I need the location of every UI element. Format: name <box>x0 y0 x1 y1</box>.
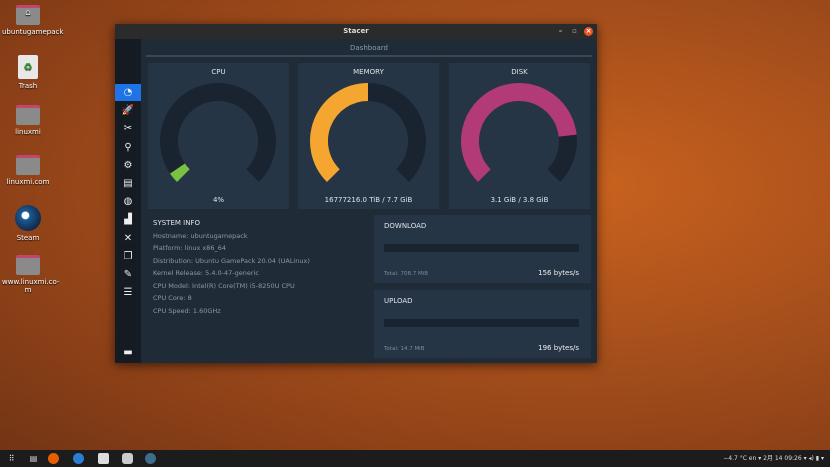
gauge-value: 4% <box>148 196 289 204</box>
system-tray[interactable]: −4.7 °C en ▾ 2月 14 09:26 ▾ ◂) ▮ ▾ <box>723 450 824 467</box>
info-line: CPU Core: 8 <box>153 292 310 305</box>
gauge-title: MEMORY <box>298 68 439 76</box>
apt-repository-icon[interactable]: ❐ <box>115 248 141 265</box>
stacer-taskbar-icon[interactable] <box>145 453 156 464</box>
folder-icon <box>16 155 40 175</box>
info-line: CPU Speed: 1.60GHz <box>153 305 310 318</box>
system-cleaner-icon[interactable]: ✂ <box>115 120 141 137</box>
sidebar: ◔🚀✂ ⚲⚙▤◍▟ ✕❐✎☰ ▬ <box>115 39 141 363</box>
trash-icon: ♻ <box>18 55 38 79</box>
steam-icon <box>15 205 41 231</box>
upload-speed: 196 bytes/s <box>538 344 579 352</box>
download-card: DOWNLOAD Total: 708.7 MiB 156 bytes/s <box>374 215 591 283</box>
processes-icon[interactable]: ▤ <box>115 175 141 192</box>
gauge-fill <box>177 169 183 176</box>
show-desktop-icon[interactable]: ▤ <box>28 453 39 464</box>
desktop-icon-trash[interactable]: ♻ Trash <box>2 55 54 90</box>
resources-icon[interactable]: ▟ <box>115 211 141 228</box>
gnome-settings-icon[interactable]: ✎ <box>115 266 141 283</box>
gauge-value: 16777216.0 TiB / 7.7 GiB <box>298 196 439 204</box>
desktop-icon-folder[interactable]: linuxmi.com <box>2 155 54 186</box>
upload-card: UPLOAD Total: 14.7 MiB 196 bytes/s <box>374 290 591 358</box>
disk-app-icon[interactable] <box>122 453 133 464</box>
gauge-track <box>169 92 267 176</box>
home-icon: ⌂ <box>16 5 40 25</box>
desktop-icon-folder[interactable]: www.linuxmi.co-m <box>2 255 54 294</box>
desktop-icon-label: linuxmi.com <box>2 178 54 186</box>
info-line: Hostname: ubuntugamepack <box>153 230 310 243</box>
gauge <box>298 81 439 191</box>
upload-graph <box>384 319 579 327</box>
download-graph <box>384 244 579 252</box>
gauge-value: 3.1 GiB / 3.8 GiB <box>449 196 590 204</box>
gauge <box>449 81 590 191</box>
taskbar: ⠿ ▤ −4.7 °C en ▾ 2月 14 09:26 ▾ ◂) ▮ ▾ <box>0 450 830 467</box>
gauge-card-memory: MEMORY 16777216.0 TiB / 7.7 GiB <box>298 63 439 209</box>
desktop-icon-label: linuxmi <box>2 128 54 136</box>
info-line: Platform: linux x86_64 <box>153 242 310 255</box>
window-title: Stacer <box>343 27 368 35</box>
info-line: Distribution: Ubuntu GamePack 20.04 (UAL… <box>153 255 310 268</box>
desktop-icon-label: ubuntugamepack <box>2 28 54 36</box>
maximize-button[interactable]: ▫ <box>570 27 579 36</box>
desktop-icon-label: Steam <box>2 234 54 242</box>
desktop-icon-steam[interactable]: Steam <box>2 205 54 242</box>
uninstaller-icon[interactable]: ◍ <box>115 193 141 210</box>
gauge-fill <box>319 92 368 176</box>
settings-icon[interactable]: ☰ <box>115 284 141 301</box>
desktop-icon-home[interactable]: ⌂ ubuntugamepack <box>2 5 54 36</box>
desktop-icon-label: Trash <box>2 82 54 90</box>
system-info: SYSTEM INFO Hostname: ubuntugamepack Pla… <box>153 217 310 317</box>
gauge-card-disk: DISK 3.1 GiB / 3.8 GiB <box>449 63 590 209</box>
search-icon[interactable]: ⚲ <box>115 139 141 156</box>
dashboard-icon[interactable]: ◔ <box>115 84 141 101</box>
page-title: Dashboard <box>146 39 592 57</box>
download-total: Total: 708.7 MiB <box>384 271 428 277</box>
app-grid-icon[interactable]: ⠿ <box>6 453 17 464</box>
upload-total: Total: 14.7 MiB <box>384 346 425 352</box>
files-icon[interactable] <box>98 453 109 464</box>
upload-title: UPLOAD <box>384 297 413 305</box>
info-line: CPU Model: Intel(R) Core(TM) i5-8250U CP… <box>153 280 310 293</box>
gauge-title: CPU <box>148 68 289 76</box>
close-button[interactable]: × <box>584 27 593 36</box>
info-line: Kernel Release: 5.4.0-47-generic <box>153 267 310 280</box>
helpers-icon[interactable]: ✕ <box>115 230 141 247</box>
desktop-icon-label: www.linuxmi.co-m <box>2 278 54 294</box>
gauge <box>148 81 289 191</box>
thunderbird-icon[interactable] <box>73 453 84 464</box>
folder-icon <box>16 255 40 275</box>
firefox-icon[interactable] <box>48 453 59 464</box>
startup-apps-icon[interactable]: 🚀 <box>115 102 141 119</box>
minimize-button[interactable]: – <box>556 27 565 36</box>
feedback-icon[interactable]: ▬ <box>115 344 141 361</box>
desktop-icon-folder[interactable]: linuxmi <box>2 105 54 136</box>
gauge-title: DISK <box>449 68 590 76</box>
services-icon[interactable]: ⚙ <box>115 157 141 174</box>
title-bar[interactable]: Stacer – ▫ × <box>115 24 597 39</box>
folder-icon <box>16 105 40 125</box>
download-speed: 156 bytes/s <box>538 269 579 277</box>
stacer-window: Stacer – ▫ × ◔🚀✂ ⚲⚙▤◍▟ ✕❐✎☰ ▬ Dashboard CPU… <box>115 24 597 363</box>
gauge-card-cpu: CPU 4% <box>148 63 289 209</box>
system-info-title: SYSTEM INFO <box>153 217 310 230</box>
download-title: DOWNLOAD <box>384 222 426 230</box>
